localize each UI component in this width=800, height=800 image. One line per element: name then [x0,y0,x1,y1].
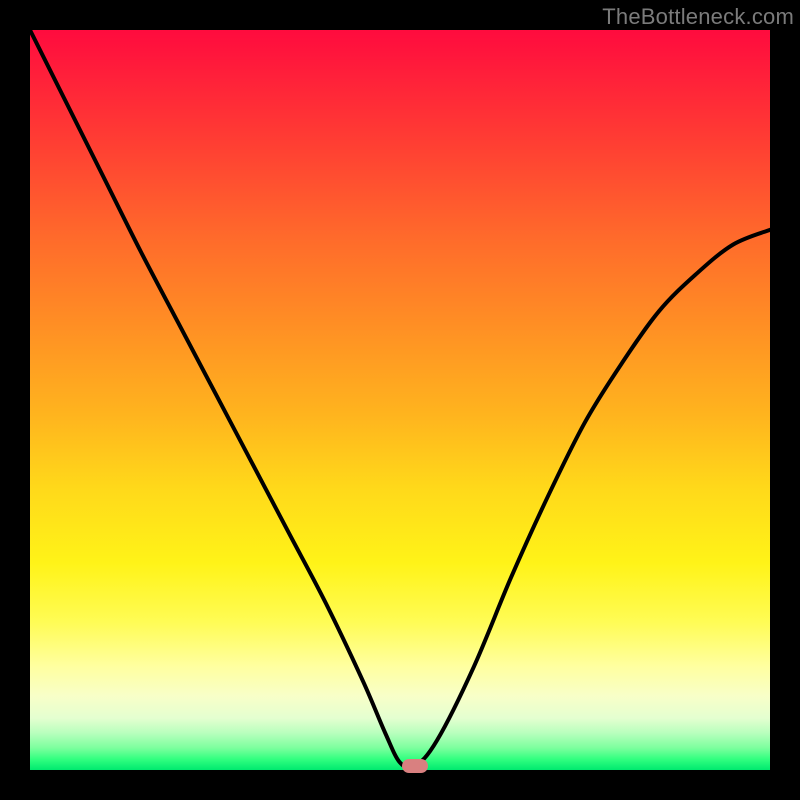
minimum-marker [402,759,428,773]
bottleneck-curve [30,30,770,770]
chart-frame: TheBottleneck.com [0,0,800,800]
watermark-text: TheBottleneck.com [602,4,794,30]
plot-area [30,30,770,770]
